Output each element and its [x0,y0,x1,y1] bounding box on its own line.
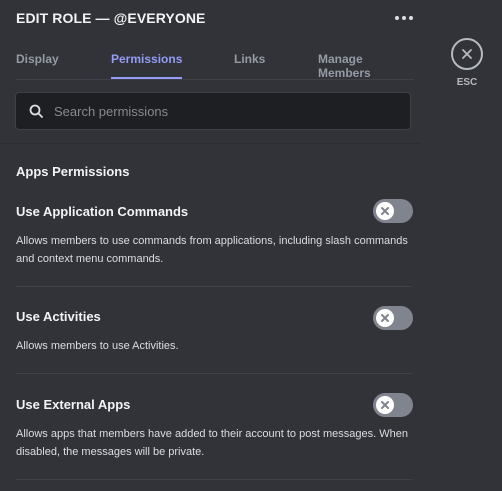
permission-divider [16,479,412,480]
more-horizontal-icon [395,16,399,20]
permission-toggle[interactable] [373,393,413,417]
toggle-knob [376,396,394,414]
close-x-icon [381,314,389,322]
permission-description: Allows apps that members have added to t… [16,428,408,458]
permission-divider [16,373,412,374]
more-dot [402,16,406,20]
permission-name: Use Activities [16,309,101,324]
close-column: ESC [427,0,502,491]
permission-use-external-apps: Use External Apps Allows apps that membe… [16,393,413,480]
section-title: Apps Permissions [16,164,130,179]
permission-name: Use External Apps [16,397,131,412]
tab-links[interactable]: Links [234,52,265,78]
permission-use-activities: Use Activities Allows members to use Act… [16,306,413,374]
header: EDIT ROLE — @EVERYONE [16,8,416,28]
close-icon [462,49,472,59]
search-input[interactable] [54,103,410,119]
tab-display[interactable]: Display [16,52,59,78]
edit-role-panel: EDIT ROLE — @EVERYONE Display Permission… [0,0,427,491]
close-button[interactable] [451,38,483,70]
toggle-knob [376,309,394,327]
esc-label: ESC [456,77,478,88]
close-x-icon [381,401,389,409]
more-options-button[interactable] [392,8,416,28]
more-dot [409,16,413,20]
permission-divider [16,286,412,287]
page-title: EDIT ROLE — @EVERYONE [16,10,206,26]
permission-description: Allows members to use Activities. [16,340,179,352]
search-box[interactable] [15,92,411,130]
permission-toggle[interactable] [373,306,413,330]
permission-name: Use Application Commands [16,204,189,219]
toggle-knob [376,202,394,220]
search-icon [28,103,44,119]
permission-toggle[interactable] [373,199,413,223]
tab-permissions[interactable]: Permissions [111,52,183,79]
tab-manage-members[interactable]: Manage Members [318,52,414,80]
close-x-icon [381,207,389,215]
section-divider [0,143,420,144]
permission-description: Allows members to use commands from appl… [16,235,408,265]
tab-bar: Display Permissions Links Manage Members [16,44,414,80]
permission-use-application-commands: Use Application Commands Allows members … [16,199,413,287]
